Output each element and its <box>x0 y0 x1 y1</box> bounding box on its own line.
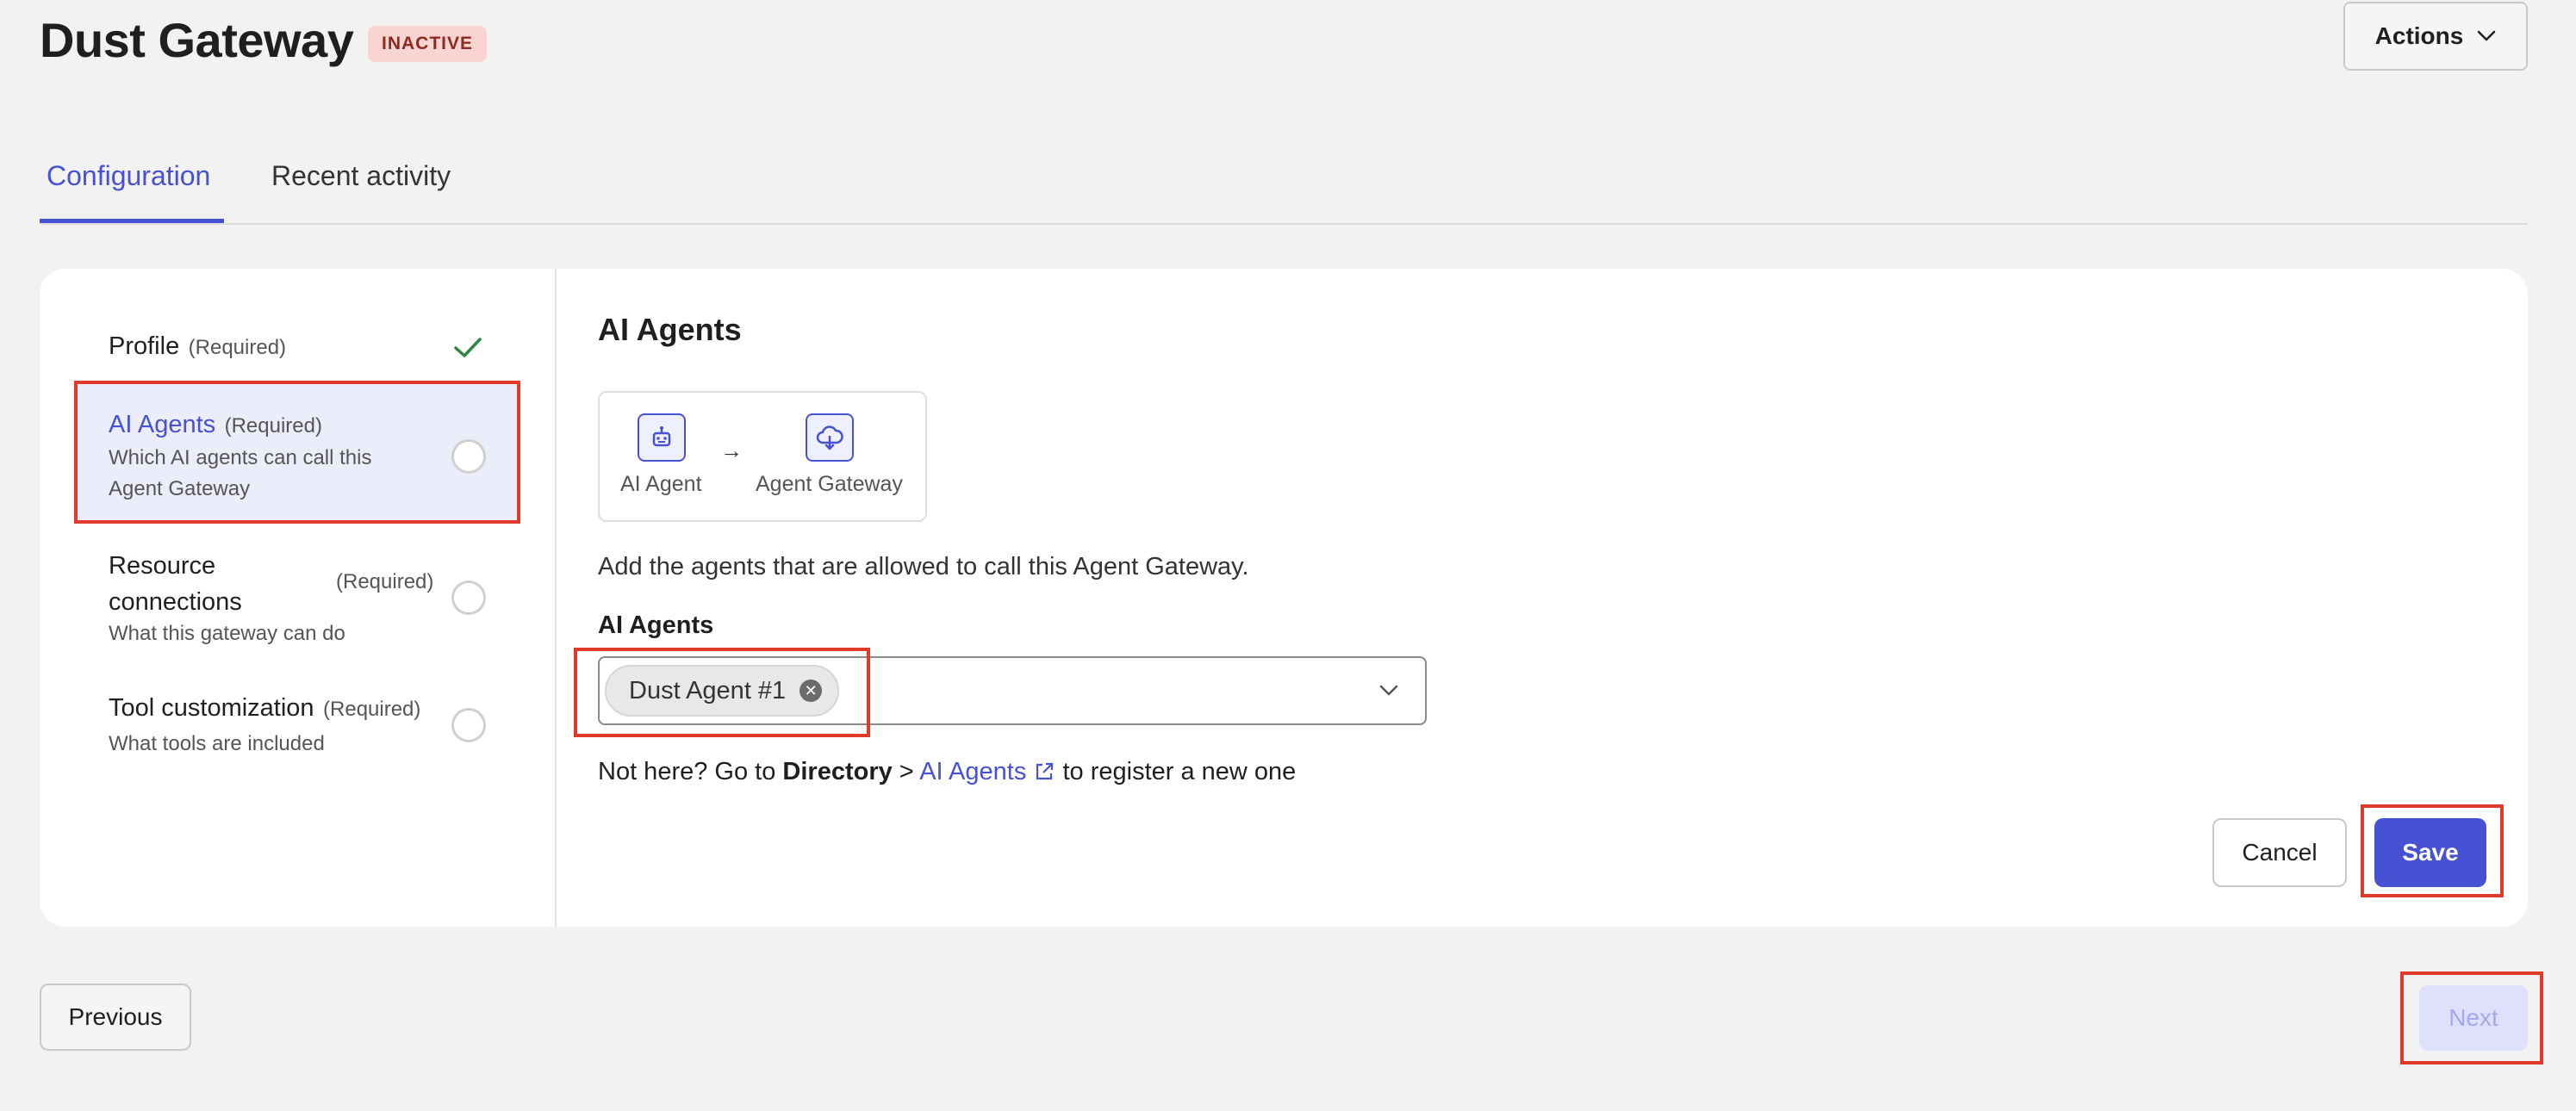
instruction-text: Add the agents that are allowed to call … <box>598 553 1249 580</box>
step-required: (Required) <box>323 698 421 721</box>
previous-button[interactable]: Previous <box>40 984 191 1051</box>
help-suffix: to register a new one <box>1062 758 1297 785</box>
step-status-radio <box>451 580 486 615</box>
field-label: AI Agents <box>598 611 714 639</box>
actions-button[interactable]: Actions <box>2343 2 2528 71</box>
step-title: Profile <box>109 332 180 360</box>
chip-label: Dust Agent #1 <box>629 676 787 704</box>
directory-label: Directory <box>782 758 893 785</box>
external-link-icon[interactable] <box>1033 760 1055 783</box>
arrow-right-icon: → <box>720 438 743 463</box>
step-required: (Required) <box>336 570 434 593</box>
chevron-down-icon <box>2478 30 2496 41</box>
step-description: What tools are included <box>109 732 325 755</box>
tab-configuration[interactable]: Configuration <box>47 160 210 192</box>
step-required: (Required) <box>224 414 322 438</box>
tab-recent-activity[interactable]: Recent activity <box>271 160 451 192</box>
step-description: What this gateway can do <box>109 622 345 645</box>
help-prefix: Not here? Go to <box>598 758 776 785</box>
status-badge: INACTIVE <box>368 26 488 62</box>
step-title: AI Agents <box>109 411 216 438</box>
card-divider <box>555 269 557 927</box>
step-profile[interactable]: Profile (Required) <box>109 332 286 361</box>
remove-chip-icon[interactable]: ✕ <box>800 680 823 702</box>
actions-label: Actions <box>2374 22 2464 49</box>
step-title: Tool customization <box>109 694 314 722</box>
flow-from-label: AI Agent <box>620 472 702 496</box>
step-tool-customization[interactable]: Tool customization (Required) <box>109 694 420 723</box>
check-icon <box>454 338 482 357</box>
page-title: Dust Gateway <box>40 13 354 67</box>
step-status-radio <box>451 439 486 474</box>
next-button[interactable]: Next <box>2419 985 2528 1051</box>
cancel-button[interactable]: Cancel <box>2212 818 2347 887</box>
robot-icon <box>638 413 686 462</box>
save-button[interactable]: Save <box>2374 818 2486 887</box>
step-ai-agents-header: AI Agents (Required) <box>109 411 322 439</box>
help-text: Not here? Go to Directory > AI Agents to… <box>598 758 1296 786</box>
step-description: Which AI agents can call this Agent Gate… <box>109 446 372 500</box>
step-title[interactable]: Resource connections <box>109 548 298 620</box>
chevron-down-icon[interactable] <box>1378 684 1399 698</box>
flow-to-label: Agent Gateway <box>756 472 903 496</box>
ai-agents-link[interactable]: AI Agents <box>919 758 1026 785</box>
step-status-radio <box>451 708 486 742</box>
selected-agent-chip[interactable]: Dust Agent #1 ✕ <box>605 665 840 717</box>
section-title: AI Agents <box>598 312 742 347</box>
active-tab-indicator <box>40 219 224 223</box>
step-required: (Required) <box>188 336 287 359</box>
configuration-card <box>40 269 2528 927</box>
tabs-divider <box>40 223 2528 225</box>
help-separator: > <box>899 758 914 785</box>
cloud-gateway-icon <box>806 413 854 462</box>
